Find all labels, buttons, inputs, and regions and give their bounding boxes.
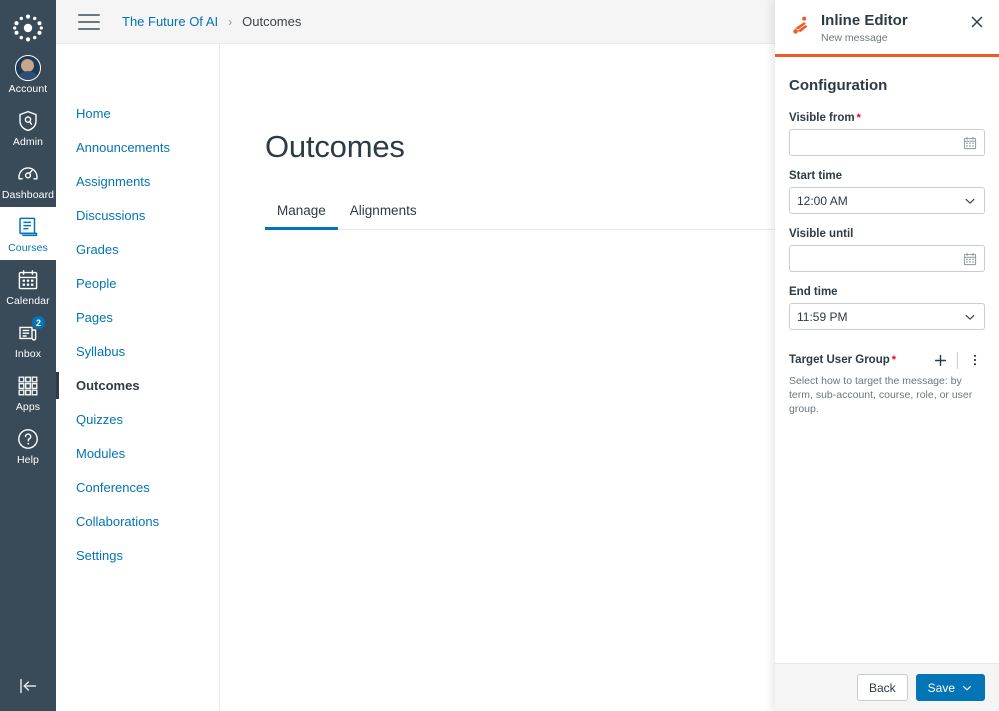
course-nav-item-settings[interactable]: Settings xyxy=(56,542,219,569)
course-nav-item-grades[interactable]: Grades xyxy=(56,236,219,263)
global-nav-item-inbox[interactable]: 2 Inbox xyxy=(0,313,56,366)
canvas-logo-icon[interactable] xyxy=(8,8,48,48)
tray-footer: Back Save xyxy=(775,663,999,711)
target-user-group-label: Target User Group * xyxy=(789,354,930,366)
field-label: Visible until xyxy=(789,228,985,240)
close-icon[interactable] xyxy=(969,14,985,30)
required-asterisk: * xyxy=(891,354,897,366)
field-visible-from: Visible from * xyxy=(789,112,985,156)
visible-until-input[interactable] xyxy=(789,245,985,272)
kebab-menu-icon[interactable] xyxy=(965,350,985,370)
field-end-time: End time 11:59 PM xyxy=(789,286,985,330)
start-time-select[interactable]: 12:00 AM xyxy=(789,187,985,214)
breadcrumb-separator-icon: › xyxy=(228,14,233,29)
global-nav-item-courses[interactable]: Courses xyxy=(0,207,56,260)
required-asterisk: * xyxy=(856,112,861,124)
select-value: 11:59 PM xyxy=(797,309,848,324)
question-circle-icon xyxy=(15,426,41,452)
global-nav-label: Help xyxy=(17,454,39,466)
course-nav-item-modules[interactable]: Modules xyxy=(56,440,219,467)
target-user-group-description: Select how to target the message: by ter… xyxy=(789,375,973,415)
calendar-icon[interactable] xyxy=(963,136,977,150)
tray-title: Inline Editor xyxy=(821,12,908,29)
app-root: Account Admin Dashboard Courses Calendar… xyxy=(0,0,999,711)
course-nav-item-collaborations[interactable]: Collaborations xyxy=(56,508,219,535)
global-nav-item-dashboard[interactable]: Dashboard xyxy=(0,154,56,207)
field-label: Start time xyxy=(789,170,985,182)
save-button[interactable]: Save xyxy=(915,674,985,701)
tab-alignments[interactable]: Alignments xyxy=(338,197,429,230)
course-navigation: Home Announcements Assignments Discussio… xyxy=(56,44,220,711)
field-label-text: Visible from xyxy=(789,112,855,124)
tray-header: Inline Editor New message xyxy=(775,0,999,57)
inbox-icon: 2 xyxy=(15,315,46,346)
grid-apps-icon xyxy=(15,373,41,399)
course-nav-item-assignments[interactable]: Assignments xyxy=(56,168,219,195)
avatar-icon xyxy=(15,55,41,81)
global-nav-item-calendar[interactable]: Calendar xyxy=(0,260,56,313)
field-label: Visible from * xyxy=(789,112,985,124)
course-nav-item-syllabus[interactable]: Syllabus xyxy=(56,338,219,365)
calendar-icon[interactable] xyxy=(963,252,977,266)
course-nav-item-people[interactable]: People xyxy=(56,270,219,297)
global-nav-item-account[interactable]: Account xyxy=(0,48,56,101)
course-nav-item-quizzes[interactable]: Quizzes xyxy=(56,406,219,433)
global-nav-item-help[interactable]: Help xyxy=(0,419,56,472)
field-label: End time xyxy=(789,286,985,298)
tray-body: Configuration Visible from * Start time … xyxy=(775,57,999,663)
target-user-group-actions xyxy=(930,350,985,370)
tray-title-group: Inline Editor New message xyxy=(821,12,969,44)
breadcrumb: The Future Of AI › Outcomes xyxy=(122,14,301,29)
course-nav-item-conferences[interactable]: Conferences xyxy=(56,474,219,501)
course-nav-item-announcements[interactable]: Announcements xyxy=(56,134,219,161)
breadcrumb-current: Outcomes xyxy=(242,14,302,29)
global-nav-label: Apps xyxy=(15,401,41,413)
chevron-down-icon[interactable] xyxy=(963,310,977,324)
inline-editor-logo-icon xyxy=(789,14,813,38)
breadcrumb-course-link[interactable]: The Future Of AI xyxy=(122,14,218,29)
inline-editor-tray: Inline Editor New message Configuration … xyxy=(775,0,999,711)
chevron-down-icon xyxy=(961,682,973,694)
configuration-section-title: Configuration xyxy=(789,77,888,94)
back-button-label: Back xyxy=(868,680,896,695)
global-nav-label: Admin xyxy=(12,136,44,148)
hamburger-menu-icon[interactable] xyxy=(78,13,100,30)
target-user-group-header: Target User Group * xyxy=(789,350,985,370)
save-button-label: Save xyxy=(927,680,955,695)
course-nav-item-pages[interactable]: Pages xyxy=(56,304,219,331)
plus-icon[interactable] xyxy=(930,350,950,370)
global-nav-label: Inbox xyxy=(14,348,42,360)
field-label-text: End time xyxy=(789,286,838,298)
back-button[interactable]: Back xyxy=(856,674,908,701)
field-label-text: Visible until xyxy=(789,228,854,240)
collapse-left-icon[interactable] xyxy=(0,669,56,703)
global-nav-item-apps[interactable]: Apps xyxy=(0,366,56,419)
calendar-icon xyxy=(15,267,41,293)
field-label-text: Start time xyxy=(789,170,843,182)
target-user-group-label-text: Target User Group xyxy=(789,354,890,366)
global-nav-label: Dashboard xyxy=(1,189,55,201)
select-value: 12:00 AM xyxy=(797,193,848,208)
global-nav-label: Courses xyxy=(8,242,48,254)
shield-icon xyxy=(15,108,41,134)
global-navigation: Account Admin Dashboard Courses Calendar… xyxy=(0,0,56,711)
book-icon xyxy=(15,214,41,240)
inbox-badge-count: 2 xyxy=(31,315,46,330)
tray-subtitle: New message xyxy=(821,32,888,44)
visible-from-input[interactable] xyxy=(789,129,985,156)
end-time-select[interactable]: 11:59 PM xyxy=(789,303,985,330)
field-visible-until: Visible until xyxy=(789,228,985,272)
course-nav-item-home[interactable]: Home xyxy=(56,100,219,127)
divider xyxy=(957,351,958,369)
course-nav-item-discussions[interactable]: Discussions xyxy=(56,202,219,229)
global-nav-label: Calendar xyxy=(6,295,50,307)
global-nav-item-admin[interactable]: Admin xyxy=(0,101,56,154)
global-nav-label: Account xyxy=(8,83,48,95)
field-start-time: Start time 12:00 AM xyxy=(789,170,985,214)
course-nav-item-outcomes[interactable]: Outcomes xyxy=(56,372,219,399)
tab-manage[interactable]: Manage xyxy=(265,197,338,230)
chevron-down-icon[interactable] xyxy=(963,194,977,208)
dashboard-icon xyxy=(15,161,41,187)
